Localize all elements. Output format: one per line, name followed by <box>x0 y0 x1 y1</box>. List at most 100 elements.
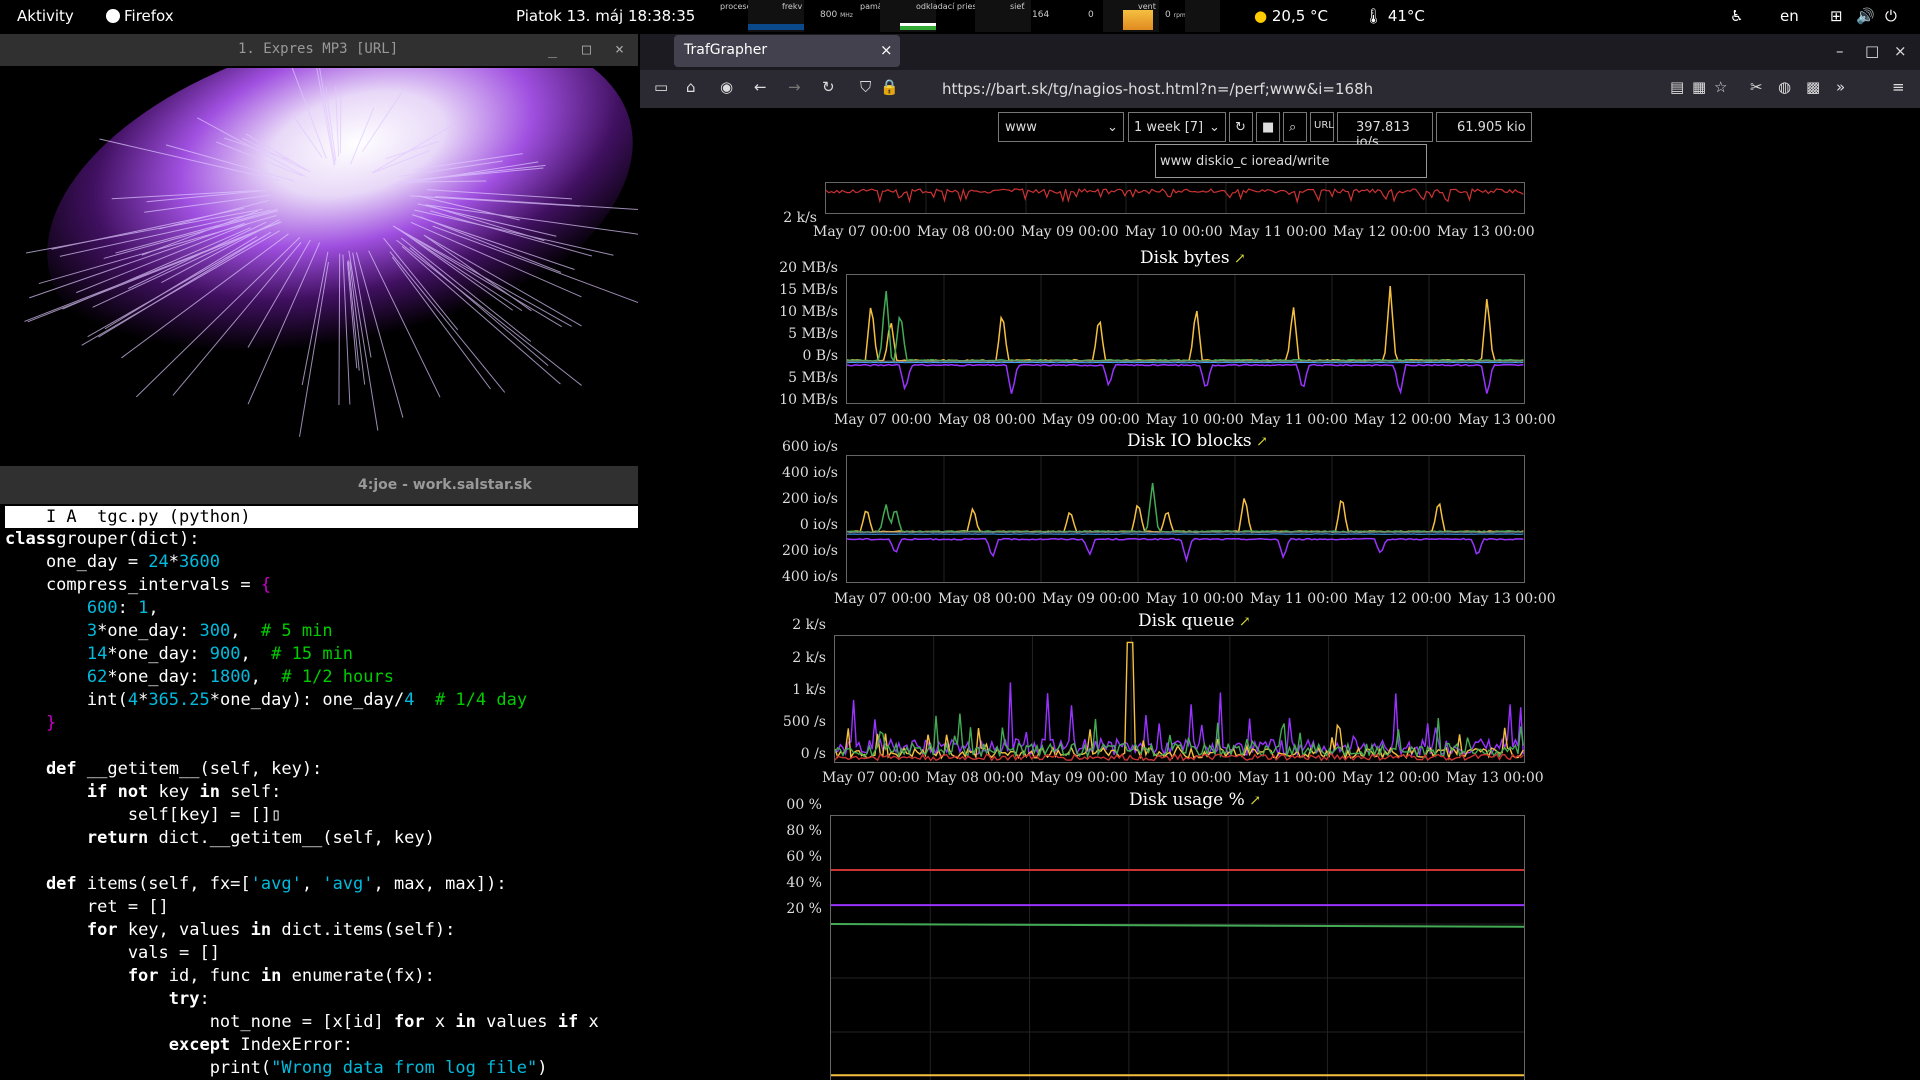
bookmark-star-icon[interactable]: ☆ <box>1714 78 1727 96</box>
window-close-button[interactable]: × <box>1894 42 1907 60</box>
x-tick-label: May 10 00:00 <box>1146 591 1244 607</box>
code-token: 'avg' <box>250 874 302 894</box>
url-share-button[interactable]: URL <box>1310 112 1334 142</box>
chart-link-icon[interactable]: ↗ <box>1234 614 1251 630</box>
code-line: try: <box>5 988 638 1011</box>
chart-link-icon[interactable]: ↗ <box>1230 251 1246 267</box>
extension-icon[interactable]: ◉ <box>720 78 733 96</box>
code-token: items(self, fx=[ <box>76 874 251 894</box>
code-token: , <box>148 598 159 618</box>
overflow-icon[interactable]: » <box>1836 78 1845 96</box>
firefox-app-menu[interactable]: Firefox <box>106 7 174 25</box>
sidebar-toggle-icon[interactable]: ▭ <box>654 78 668 96</box>
plot-area[interactable] <box>846 274 1525 404</box>
code-line: except IndexError: <box>5 1034 638 1057</box>
y-tick-label: 600 io/s <box>782 439 838 455</box>
window-maximize-button[interactable]: □ <box>1865 42 1879 60</box>
monitor-net-value: 164 <box>1032 10 1050 20</box>
chevron-down-icon: ⌄ <box>1209 120 1220 135</box>
range-select[interactable]: 1 week [7] ⌄ <box>1128 112 1226 142</box>
chart-link-icon[interactable]: ↗ <box>1252 434 1268 450</box>
code-token: if <box>557 1012 579 1032</box>
x-tick-label: May 10 00:00 <box>1125 224 1223 240</box>
url-bar[interactable]: https://bart.sk/tg/nagios-host.html?n=/p… <box>942 80 1373 98</box>
y-tick-label: 20 MB/s <box>779 260 838 276</box>
chart-link-icon[interactable]: ↗ <box>1245 793 1261 809</box>
chart-title-text: Disk IO blocks <box>1127 431 1252 451</box>
y-tick-label: 2 k/s <box>792 617 826 633</box>
series-line <box>826 187 1524 205</box>
code-line: classgrouper(dict): <box>5 528 638 551</box>
plot-area[interactable] <box>846 455 1525 583</box>
accessibility-icon[interactable]: ♿ <box>1730 7 1743 25</box>
code-token: : <box>117 598 139 618</box>
code-token: 900 <box>209 644 241 664</box>
home-icon[interactable]: ⌂ <box>686 78 696 96</box>
code-token: # 1/2 hours <box>281 667 394 687</box>
top-panel: Aktivity Firefox Piatok 13. máj 18:38:35… <box>0 0 1920 32</box>
lock-icon[interactable]: 🔒 <box>880 78 899 96</box>
tools-icon[interactable]: ✂ <box>1750 78 1763 96</box>
zoom-button[interactable]: ⌕ <box>1283 112 1307 142</box>
x-tick-label: May 07 00:00 <box>822 770 920 786</box>
forward-icon[interactable]: → <box>788 78 801 96</box>
terminal-titlebar[interactable]: 4:joe - work.salstar.sk <box>0 466 638 504</box>
code-token: *one_day: <box>97 621 200 641</box>
close-button[interactable]: × <box>615 40 624 58</box>
activities-button[interactable]: Aktivity <box>17 7 74 25</box>
network-icon[interactable]: ⊞ <box>1830 7 1843 25</box>
reader-view-icon[interactable]: ▤ <box>1670 78 1684 96</box>
maximize-button[interactable]: □ <box>582 40 591 58</box>
code-editor[interactable]: classgrouper(dict): one_day = 24*3600 co… <box>5 528 638 1080</box>
system-monitor[interactable]: procesor frekv 800 MHz pamäť odkladací p… <box>720 0 1220 32</box>
x-tick-label: May 07 00:00 <box>813 224 911 240</box>
value-2: 61.905 kio <box>1457 120 1526 135</box>
power-icon[interactable]: ⏻ <box>1885 7 1897 25</box>
plot-area[interactable] <box>830 815 1525 1080</box>
y-tick-label: 80 % <box>786 823 822 839</box>
volume-icon[interactable]: 🔊 <box>1856 7 1875 25</box>
mp3-titlebar[interactable]: 1. Expres MP3 [URL] _ □ × <box>0 34 638 66</box>
plot-area[interactable] <box>825 182 1525 214</box>
menu-icon[interactable]: ≡ <box>1892 78 1905 96</box>
code-line: vals = [] <box>5 942 638 965</box>
reload-icon[interactable]: ↻ <box>822 78 835 96</box>
account-icon[interactable]: ◍ <box>1778 78 1791 96</box>
stop-button[interactable]: ■ <box>1256 112 1280 142</box>
code-token: key <box>148 782 200 802</box>
code-token: if not <box>5 782 149 802</box>
code-token: key, values <box>117 920 251 940</box>
trafgrapher-page: www ⌄ 1 week [7] ⌄ ↻ ■ ⌕ URL 397.813 io/s … <box>640 108 1920 1080</box>
cpu-temp-indicator[interactable]: 🌡 41°C <box>1364 7 1425 25</box>
code-token: 62 <box>5 667 108 687</box>
language-indicator[interactable]: en <box>1780 7 1799 25</box>
weather-temp: 20,5 °C <box>1271 7 1329 25</box>
firefox-window: TrafGrapher × – □ × ▭ ⌂ ◉ ← → ↻ ⛉ 🔒 http… <box>640 34 1920 1080</box>
code-token: 300 <box>199 621 231 641</box>
clock[interactable]: Piatok 13. máj 18:38:35 <box>516 7 695 25</box>
code-token: not_none = [x[id] <box>5 1012 394 1032</box>
host-select[interactable]: www ⌄ <box>998 112 1124 142</box>
minimize-button[interactable]: _ <box>548 40 557 58</box>
refresh-button[interactable]: ↻ <box>1229 112 1253 142</box>
code-token: x <box>578 1012 599 1032</box>
window-minimize-button[interactable]: – <box>1836 42 1844 60</box>
weather-indicator[interactable]: ● 20,5 °C <box>1254 7 1328 25</box>
grid-icon[interactable]: ▦ <box>1692 78 1706 96</box>
extensions-icon[interactable]: ▩ <box>1806 78 1820 96</box>
shield-icon[interactable]: ⛉ <box>860 78 871 96</box>
plot-area[interactable] <box>834 635 1525 763</box>
back-icon[interactable]: ← <box>754 78 767 96</box>
monitor-freq-value: 800 MHz <box>820 10 853 20</box>
monitor-fan-value: 0 rpm <box>1165 10 1186 20</box>
code-token: : <box>199 989 210 1009</box>
monitor-fan-label: vent <box>1138 2 1156 11</box>
code-token: values <box>475 1012 558 1032</box>
y-tick-label: 15 MB/s <box>779 282 838 298</box>
y-tick-label: 2 k/s <box>792 650 826 666</box>
code-token: in <box>455 1012 476 1032</box>
tab-close-button[interactable]: × <box>880 41 893 59</box>
x-tick-label: May 07 00:00 <box>834 591 932 607</box>
tab-trafgrapher[interactable]: TrafGrapher × <box>674 35 900 67</box>
